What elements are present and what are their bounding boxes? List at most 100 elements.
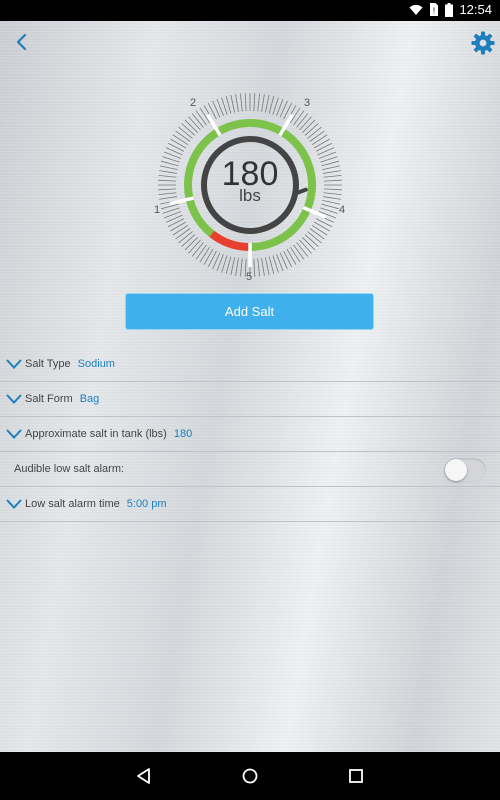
wifi-icon — [409, 4, 423, 15]
gauge-tick — [315, 142, 333, 152]
gauge-tick — [170, 138, 187, 149]
gauge-tick — [257, 258, 261, 277]
gauge-tick — [302, 237, 316, 251]
gauge-tick — [309, 228, 325, 240]
gauge-tick — [239, 258, 243, 277]
gauge-tick — [315, 218, 333, 228]
gauge-tick — [170, 221, 187, 232]
gauge-tick — [167, 218, 185, 228]
gauge-low-arc — [209, 230, 251, 251]
gauge-scale-label-3: 3 — [304, 97, 311, 109]
gauge-tick — [311, 134, 328, 146]
gauge-tick — [307, 231, 322, 244]
gauge-tick — [203, 248, 214, 265]
home-circle-icon[interactable] — [240, 766, 260, 786]
gauge-tick — [253, 258, 256, 277]
gauge-tick — [184, 119, 198, 133]
alarm-time-value: 5:00 pm — [126, 498, 167, 510]
gauge-tick — [230, 94, 236, 113]
gauge-tick — [304, 123, 319, 136]
gauge-scale-label-4: 4 — [339, 204, 346, 216]
gauge-tick — [235, 258, 239, 276]
gauge-tick — [299, 116, 312, 131]
gauge-tick — [195, 244, 207, 260]
toggle-knob — [445, 459, 467, 481]
gauge-tick — [286, 248, 297, 265]
low-salt-alarm-toggle[interactable] — [444, 458, 486, 482]
gauge-tick — [293, 244, 305, 260]
back-button[interactable] — [10, 30, 34, 54]
gauge-tick — [167, 142, 185, 152]
add-salt-button[interactable]: Add Salt — [125, 293, 374, 330]
gauge-tick — [178, 231, 193, 244]
gauge-tick — [264, 94, 270, 113]
low-salt-alarm-row: Audible low salt alarm: — [0, 452, 500, 487]
gauge-tick — [230, 257, 236, 276]
gauge-tick — [296, 113, 309, 128]
gauge-tick — [235, 94, 239, 112]
gauge-tick — [191, 242, 204, 257]
gauge-scale-label-5: 5 — [246, 271, 253, 283]
gauge-tick — [299, 239, 312, 254]
gauge-tick — [225, 256, 232, 274]
gauge-tick — [261, 258, 265, 276]
no-sim-icon: ! — [430, 3, 439, 16]
gauge-tick — [244, 93, 247, 112]
gauge-tick — [302, 119, 316, 133]
salt-amount-row[interactable]: Approximate salt in tank (lbs) 180 — [0, 417, 500, 452]
gauge-tick — [172, 134, 189, 146]
gauge-tick — [199, 246, 211, 263]
alarm-time-row[interactable]: Low salt alarm time 5:00 pm — [0, 487, 500, 522]
gauge-tick — [195, 110, 207, 126]
low-salt-alarm-label: Audible low salt alarm: — [14, 463, 125, 475]
gauge-tick — [253, 93, 256, 112]
gauge-scale-label-1: 1 — [154, 204, 161, 216]
back-triangle-icon[interactable] — [134, 766, 154, 786]
salt-form-value: Bag — [79, 393, 100, 405]
gauge-unit: lbs — [239, 186, 261, 205]
gauge-tick — [184, 237, 198, 251]
gear-icon — [471, 31, 495, 55]
svg-text:!: ! — [433, 7, 435, 16]
gauge-tick — [175, 228, 191, 240]
gauge-tick — [261, 94, 265, 112]
gauge-tick — [188, 239, 201, 254]
gauge-tick — [181, 234, 196, 247]
gauge-tick — [225, 96, 232, 114]
gauge-tick — [296, 242, 309, 257]
salt-type-row[interactable]: Salt Type Sodium — [0, 347, 500, 382]
salt-amount-label: Approximate salt in tank (lbs) — [25, 428, 167, 440]
settings-button[interactable] — [470, 30, 496, 56]
recents-square-icon[interactable] — [346, 766, 366, 786]
salt-form-row[interactable]: Salt Form Bag — [0, 382, 500, 417]
gauge-tick — [268, 256, 275, 274]
gauge-tick — [283, 250, 293, 268]
gauge-tick — [239, 93, 243, 112]
gauge-tick — [304, 234, 319, 247]
gauge-tick — [307, 126, 322, 139]
gauge-tick — [178, 126, 193, 139]
status-bar: ! 12:54 — [0, 0, 500, 21]
salt-type-value: Sodium — [77, 358, 115, 370]
chevron-down-icon — [6, 359, 22, 369]
settings-list: Salt Type Sodium Salt Form Bag Approxima… — [0, 347, 500, 522]
battery-icon — [445, 2, 454, 17]
gauge-tick — [289, 246, 301, 263]
alarm-time-label: Low salt alarm time — [25, 498, 120, 510]
gauge-tick — [207, 250, 217, 268]
chevron-down-icon — [6, 429, 22, 439]
gauge-tick — [257, 93, 261, 112]
gauge-tick — [181, 123, 196, 136]
salt-amount-value: 180 — [173, 428, 193, 440]
gauge-tick — [293, 110, 305, 126]
salt-form-label: Salt Form — [25, 393, 73, 405]
chevron-left-icon — [16, 33, 27, 51]
status-time: 12:54 — [459, 2, 492, 17]
gauge-tick — [309, 130, 325, 142]
gauge-tick — [264, 257, 270, 276]
gauge-tick — [313, 138, 330, 149]
salt-level-gauge: 180 lbs 1 2 3 4 5 — [150, 85, 350, 285]
gauge-tick — [175, 130, 191, 142]
gauge-tick — [188, 116, 201, 131]
chevron-down-icon — [6, 499, 22, 509]
